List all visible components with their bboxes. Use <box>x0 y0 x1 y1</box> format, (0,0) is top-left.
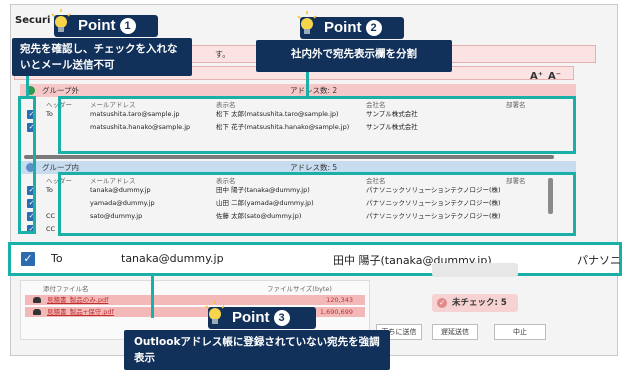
lightbulb-icon <box>51 9 71 32</box>
point-2-label: Point <box>324 19 362 36</box>
status-pill-secondary <box>432 263 518 277</box>
attachment-size: 120,343 <box>326 296 353 304</box>
unchecked-status-badge: ✓ 未チェック: 5 <box>432 294 518 312</box>
checkbox-column-highlight <box>18 96 36 234</box>
row-header: To <box>46 110 53 118</box>
unchecked-count: 未チェック: 5 <box>452 298 507 308</box>
magnified-header: To <box>51 252 63 265</box>
col-filename: 添付ファイル名 <box>43 285 89 293</box>
callout-2: 社内外で宛先表示欄を分割 <box>256 40 452 72</box>
inside-group-highlight <box>58 172 576 236</box>
callout-connector-1 <box>26 74 29 96</box>
delay-send-button[interactable]: 遅延送信 <box>432 324 478 340</box>
point-1-label: Point <box>78 17 116 34</box>
point-3-tag: Point 3 <box>205 301 316 329</box>
group-inside-label: グループ内 <box>42 163 80 172</box>
attachment-name[interactable]: 見積書_製品+保守.pdf <box>47 307 114 317</box>
font-increase-button[interactable]: A⁺ <box>530 71 543 82</box>
magnified-company: パナソニ <box>577 254 621 267</box>
point-3-number: 3 <box>273 310 290 326</box>
lightbulb-icon <box>205 301 225 324</box>
group-outside-label: グループ外 <box>42 86 80 95</box>
cloud-icon <box>33 309 41 315</box>
font-decrease-button[interactable]: A⁻ <box>548 71 561 82</box>
callout-2-text: 社内外で宛先表示欄を分割 <box>291 48 417 60</box>
window-title: Securi <box>15 15 51 26</box>
point-1-number: 1 <box>119 18 136 34</box>
magnified-email: tanaka@dummy.jp <box>121 252 224 265</box>
attachment-size: 1,690,699 <box>319 308 353 316</box>
infobar-text: す。 <box>215 50 231 59</box>
cancel-button[interactable]: 中止 <box>494 324 546 340</box>
point-2-tag: Point 2 <box>297 11 404 39</box>
lightbulb-icon <box>297 11 317 34</box>
point-3-label: Point <box>232 309 270 326</box>
callout-connector-2 <box>306 72 309 96</box>
row-header: CC <box>46 212 56 220</box>
callout-1-text: 宛先を確認し、チェックを入れないとメール送信不可 <box>20 43 178 71</box>
magnified-row: ✓ To tanaka@dummy.jp 田中 陽子(tanaka@dummy.… <box>8 242 622 276</box>
outside-group-highlight <box>58 96 576 154</box>
row-header: CC <box>46 225 56 233</box>
attachment-column-headers: 添付ファイル名 ファイルサイズ(byte) <box>21 281 369 293</box>
attachment-name[interactable]: 見積書_製品のみ.pdf <box>47 295 108 305</box>
row-checkbox[interactable]: ✓ <box>21 252 35 266</box>
callout-3-text: Outlookアドレス帳に登録されていない宛先を強調表示 <box>134 336 380 364</box>
point-1-tag: Point 1 <box>51 9 158 37</box>
horizontal-scrollbar[interactable] <box>24 155 554 159</box>
callout-1: 宛先を確認し、チェックを入れないとメール送信不可 <box>12 38 192 76</box>
check-icon: ✓ <box>437 298 447 308</box>
callout-connector-3 <box>151 276 154 318</box>
row-header: To <box>46 186 53 194</box>
col-filesize: ファイルサイズ(byte) <box>267 285 332 293</box>
point-2-number: 2 <box>365 20 382 36</box>
cloud-icon <box>33 297 41 303</box>
attachment-row[interactable]: 見積書_製品のみ.pdf 120,343 <box>25 295 365 305</box>
callout-3: Outlookアドレス帳に登録されていない宛先を強調表示 <box>124 330 390 370</box>
